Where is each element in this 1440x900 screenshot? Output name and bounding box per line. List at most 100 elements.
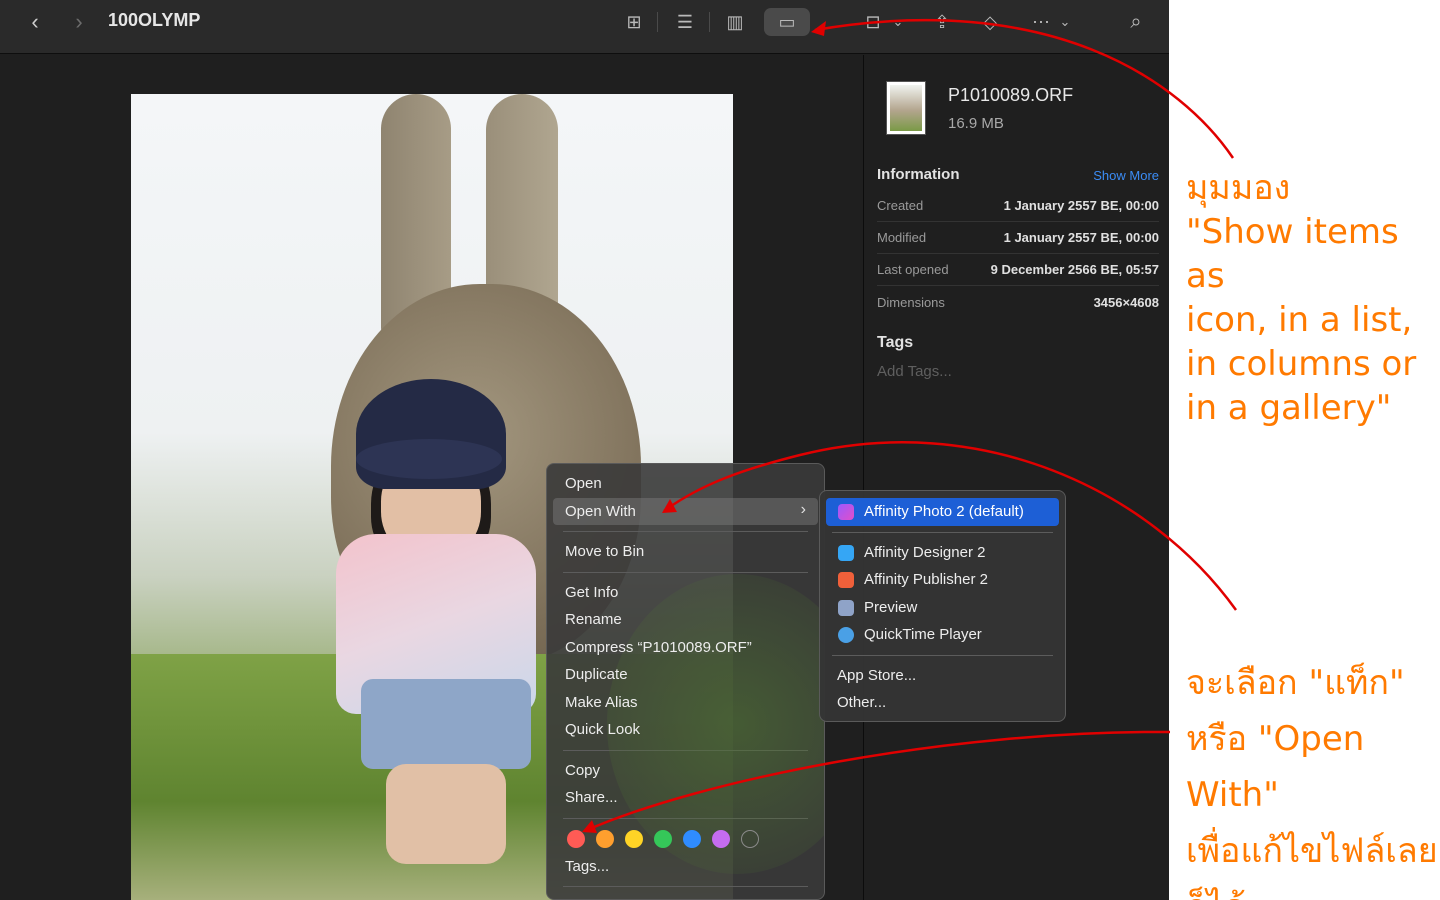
menu-item-label: Copy — [565, 761, 601, 779]
info-row-modified: Modified 1 January 2557 BE, 00:00 — [877, 222, 1159, 254]
tag-color-dot[interactable] — [625, 829, 643, 848]
context-menu: Open Open With › Move to Bin Get Info Re… — [546, 463, 825, 900]
submenu-item-label: QuickTime Player — [864, 626, 982, 644]
menu-item-label: Quick Look — [565, 721, 641, 739]
quicktime-icon — [838, 627, 854, 643]
back-button[interactable]: ‹ — [22, 8, 48, 36]
menu-item-open[interactable]: Open — [553, 470, 818, 498]
menu-divider — [563, 886, 808, 887]
menu-item-get-info[interactable]: Get Info — [553, 579, 818, 607]
submenu-item-affinity-designer[interactable]: Affinity Designer 2 — [826, 539, 1059, 567]
tag-color-dot[interactable] — [683, 829, 701, 848]
info-key: Last opened — [877, 262, 949, 277]
forward-button[interactable]: › — [66, 8, 92, 36]
menu-item-move-to-bin[interactable]: Move to Bin — [553, 538, 818, 566]
list-view-button[interactable]: ☰ — [671, 8, 699, 36]
submenu-item-other[interactable]: Other... — [826, 689, 1059, 717]
menu-item-copy[interactable]: Copy — [553, 757, 818, 785]
menu-item-duplicate[interactable]: Duplicate — [553, 661, 818, 689]
annotation-line: จะเลือก "แท็ก" — [1186, 663, 1405, 703]
photo-shape — [361, 679, 531, 769]
annotation-tags-open-with: จะเลือก "แท็ก" หรือ "Open With" เพื่อแก้… — [1186, 655, 1440, 900]
preview-inspector: P1010089.ORF 16.9 MB Information Show Mo… — [864, 55, 1169, 900]
menu-item-quick-look[interactable]: Quick Look — [553, 716, 818, 744]
annotation-line: หรือ "Open With" — [1186, 719, 1365, 815]
photo-shape — [356, 439, 502, 479]
menu-divider — [563, 571, 808, 573]
info-value: 1 January 2557 BE, 00:00 — [1003, 198, 1159, 213]
annotation-line: เพื่อแก้ไขไฟล์เลย — [1186, 831, 1438, 871]
information-heading: Information — [877, 166, 960, 183]
show-more-link[interactable]: Show More — [1093, 168, 1159, 183]
toolbar-divider — [709, 12, 710, 32]
menu-item-make-alias[interactable]: Make Alias — [553, 689, 818, 717]
menu-item-compress[interactable]: Compress “P1010089.ORF” — [553, 634, 818, 662]
column-view-button[interactable]: ▥ — [721, 8, 749, 36]
share-button[interactable]: ⇪ — [928, 8, 956, 36]
annotation-view-modes: มุมมอง "Show items as icon, in a list, i… — [1186, 166, 1440, 430]
more-actions-button[interactable]: ⋯ — [1027, 8, 1055, 36]
affinity-photo-icon — [838, 504, 854, 520]
photo-shape — [386, 764, 506, 864]
submenu-item-app-store[interactable]: App Store... — [826, 662, 1059, 690]
menu-divider — [832, 654, 1053, 656]
toolbar-divider — [657, 12, 658, 32]
info-row-created: Created 1 January 2557 BE, 00:00 — [877, 190, 1159, 222]
submenu-item-label: Affinity Photo 2 (default) — [864, 503, 1024, 521]
menu-item-label: Make Alias — [565, 693, 638, 711]
menu-item-label: Rename — [565, 611, 622, 629]
chevron-right-icon: › — [800, 500, 806, 518]
icon-view-button[interactable]: ⊞ — [620, 8, 648, 36]
submenu-item-quicktime[interactable]: QuickTime Player — [826, 621, 1059, 649]
menu-item-label: Share... — [565, 789, 618, 807]
tag-color-dot[interactable] — [596, 829, 614, 848]
annotation-line: icon, in a list, — [1186, 300, 1413, 340]
info-row-last-opened: Last opened 9 December 2566 BE, 05:57 — [877, 254, 1159, 286]
annotation-line: ก็ได้ — [1186, 879, 1440, 900]
window-title: 100OLYMP — [108, 10, 201, 30]
menu-item-label: Move to Bin — [565, 543, 645, 561]
affinity-designer-icon — [838, 544, 854, 561]
menu-item-share[interactable]: Share... — [553, 784, 818, 812]
tag-color-dot[interactable] — [567, 829, 585, 848]
menu-item-rename[interactable]: Rename — [553, 606, 818, 634]
gallery-view-button[interactable]: ▭ — [764, 8, 810, 36]
submenu-item-label: Preview — [864, 598, 918, 616]
info-key: Modified — [877, 230, 927, 245]
preview-app-icon — [838, 599, 854, 616]
chevron-down-icon[interactable]: ⌄ — [890, 8, 906, 36]
annotation-line: มุมมอง — [1186, 168, 1291, 208]
submenu-item-affinity-publisher[interactable]: Affinity Publisher 2 — [826, 566, 1059, 594]
open-with-submenu: Affinity Photo 2 (default) Affinity Desi… — [819, 490, 1066, 722]
search-button[interactable]: ⌕ — [1122, 8, 1150, 36]
menu-divider — [563, 817, 808, 819]
info-value: 1 January 2557 BE, 00:00 — [1003, 230, 1159, 245]
menu-divider — [563, 749, 808, 751]
menu-item-label: Open With — [565, 502, 636, 520]
info-row-dimensions: Dimensions 3456×4608 — [877, 286, 1159, 318]
tag-color-dot[interactable] — [712, 829, 730, 848]
submenu-item-affinity-photo[interactable]: Affinity Photo 2 (default) — [826, 498, 1059, 526]
menu-item-open-with[interactable]: Open With › — [553, 497, 818, 525]
tag-color-none[interactable] — [741, 829, 759, 848]
file-size: 16.9 MB — [948, 115, 1004, 132]
add-tags-field[interactable]: Add Tags... — [877, 363, 952, 380]
menu-item-label: Compress “P1010089.ORF” — [565, 638, 752, 656]
annotation-line: in a gallery" — [1186, 388, 1392, 428]
submenu-item-preview[interactable]: Preview — [826, 594, 1059, 622]
info-key: Dimensions — [877, 294, 945, 310]
info-value: 9 December 2566 BE, 05:57 — [990, 262, 1159, 277]
info-value: 3456×4608 — [1093, 294, 1159, 310]
submenu-item-label: Other... — [837, 694, 887, 712]
annotation-line: in columns or — [1186, 344, 1417, 384]
menu-item-label: Get Info — [565, 583, 619, 601]
file-name: P1010089.ORF — [948, 85, 1074, 105]
tag-color-dot[interactable] — [654, 829, 672, 848]
menu-divider — [832, 531, 1053, 533]
group-button[interactable]: ⊟ — [858, 8, 888, 36]
chevron-down-icon[interactable]: ⌄ — [1057, 8, 1073, 36]
tag-button[interactable]: ◇ — [976, 8, 1004, 36]
menu-item-tags[interactable]: Tags... — [553, 853, 818, 881]
submenu-item-label: Affinity Designer 2 — [864, 543, 986, 561]
info-key: Created — [877, 198, 924, 213]
